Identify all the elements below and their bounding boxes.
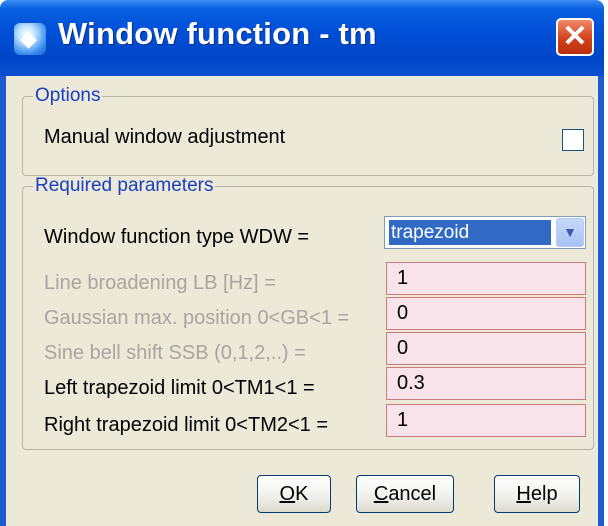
ssb-field[interactable]: 0 (386, 332, 586, 365)
app-icon: ◆ (14, 23, 46, 55)
lb-field[interactable]: 1 (386, 262, 586, 295)
manual-window-adjustment-checkbox[interactable] (562, 129, 584, 151)
lb-label: Line broadening LB [Hz] = (44, 272, 276, 294)
title-bar[interactable]: ◆ Window function - tm ✕ (0, 0, 604, 76)
gb-field[interactable]: 0 (386, 297, 586, 330)
ok-button[interactable]: OK (257, 475, 331, 513)
manual-window-adjustment-label: Manual window adjustment (44, 126, 286, 148)
ok-label: K (295, 483, 309, 505)
help-button[interactable]: Help (494, 475, 580, 513)
cancel-button[interactable]: Cancel (356, 475, 454, 513)
tm1-label: Left trapezoid limit 0<TM1<1 = (44, 377, 315, 399)
dialog-window: ◆ Window function - tm ✕ Options Manual … (0, 0, 604, 526)
close-icon: ✕ (562, 20, 588, 53)
ok-mnemonic: O (279, 483, 296, 505)
dialog-body: Options Manual window adjustment Require… (6, 76, 598, 526)
window-frame-right (598, 76, 604, 526)
tm2-field[interactable]: 1 (386, 404, 586, 437)
wdw-select[interactable]: trapezoid ▼ (384, 216, 586, 249)
ssb-label: Sine bell shift SSB (0,1,2,..) = (44, 342, 306, 364)
chevron-down-icon: ▼ (563, 224, 577, 240)
wdw-label: Window function type WDW = (44, 226, 310, 248)
gb-label: Gaussian max. position 0<GB<1 = (44, 307, 350, 329)
help-mnemonic: H (516, 483, 531, 505)
wdw-selected-value: trapezoid (389, 220, 551, 245)
cancel-mnemonic: C (373, 483, 389, 505)
window-title: Window function - tm (58, 16, 377, 51)
cancel-label: ancel (388, 483, 437, 505)
tm2-label: Right trapezoid limit 0<TM2<1 = (44, 414, 329, 436)
tm1-field[interactable]: 0.3 (386, 367, 586, 400)
close-button[interactable]: ✕ (556, 18, 594, 56)
help-label: elp (530, 483, 558, 505)
options-legend: Options (35, 85, 101, 106)
required-parameters-legend: Required parameters (35, 175, 214, 196)
dropdown-arrow-button[interactable]: ▼ (556, 218, 584, 247)
